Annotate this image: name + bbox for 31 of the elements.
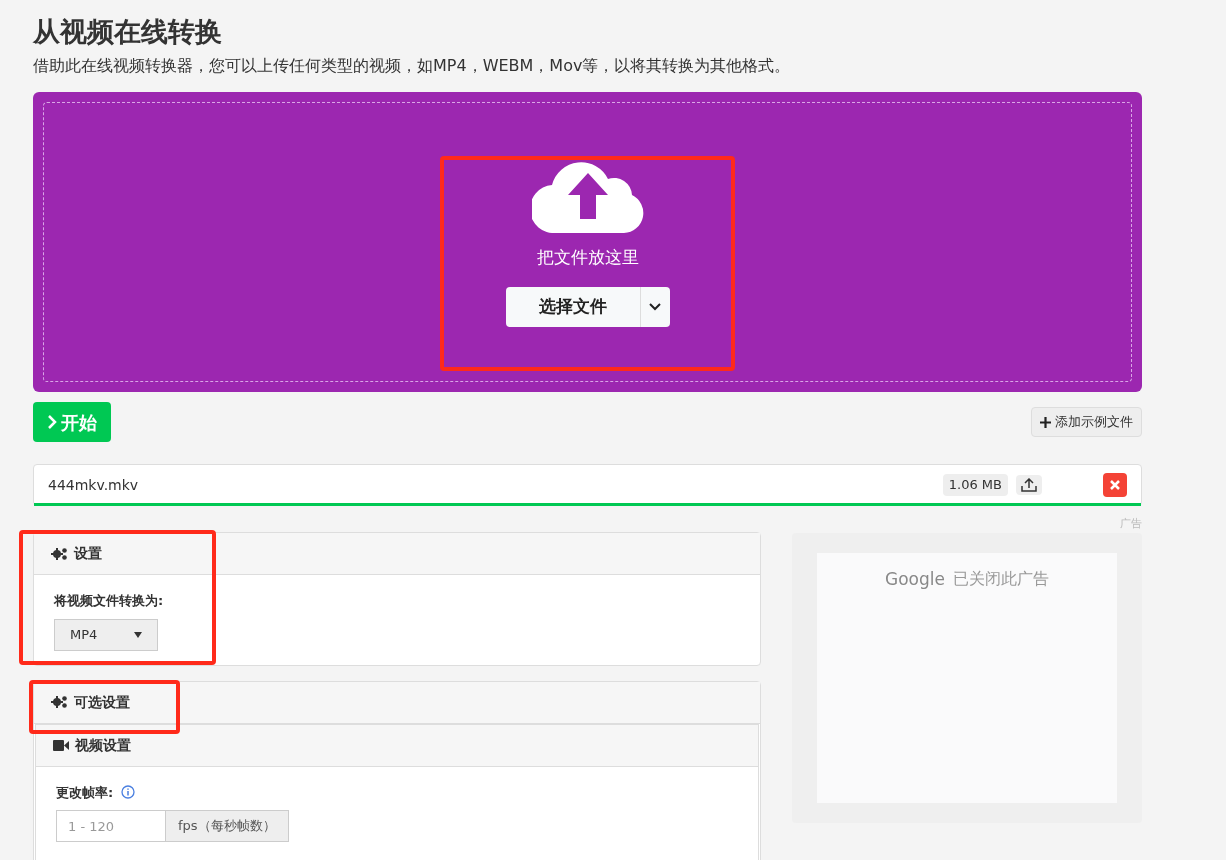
- caret-icon: [134, 631, 142, 638]
- ad-closed-message: 已关闭此广告: [952, 567, 1049, 590]
- brand-name: Google: [885, 567, 945, 591]
- field-label: 更改帧率:: [56, 783, 114, 802]
- panel-title: 设置: [74, 544, 102, 563]
- frame-rate-input[interactable]: 1 - 120: [56, 810, 166, 842]
- plus-icon: [1040, 416, 1051, 428]
- field-label: 将视频文件转换为:: [54, 592, 165, 610]
- file-size: 1.06 MB: [942, 474, 1008, 496]
- format-select[interactable]: MP4: [54, 618, 158, 651]
- add-example-button[interactable]: 添加示例文件: [1031, 407, 1142, 437]
- chevron-right-icon: [47, 415, 57, 429]
- drop-hint: 把文件放这里: [536, 246, 639, 270]
- panel-title: 视频设置: [75, 735, 131, 755]
- video-camera-icon: [53, 739, 69, 751]
- gears-icon: [51, 546, 68, 561]
- dropdown-button[interactable]: [639, 286, 670, 327]
- choose-file-button[interactable]: 选择文件: [505, 286, 640, 327]
- page-subtitle: 借助此在线视频转换器，您可以上传任何类型的视频，如MP4，WEBM，Mov等，以将其转换为其他格式。: [33, 55, 792, 77]
- dropzone[interactable]: 把文件放这里 选择文件: [33, 92, 1142, 392]
- panel-title: 可选设置: [74, 692, 130, 712]
- gears-icon: [51, 695, 68, 709]
- remove-button[interactable]: [1103, 473, 1127, 497]
- page-title: 从视频在线转换: [33, 15, 223, 49]
- file-name: 444mkv.mkv: [48, 475, 140, 495]
- upload-button[interactable]: [1016, 475, 1042, 495]
- close-icon: [1110, 480, 1120, 490]
- unit-label: fps（每秒帧数）: [166, 810, 289, 842]
- info-icon: [121, 785, 136, 800]
- upload-icon: [1021, 478, 1037, 492]
- chevron-down-icon: [649, 302, 661, 311]
